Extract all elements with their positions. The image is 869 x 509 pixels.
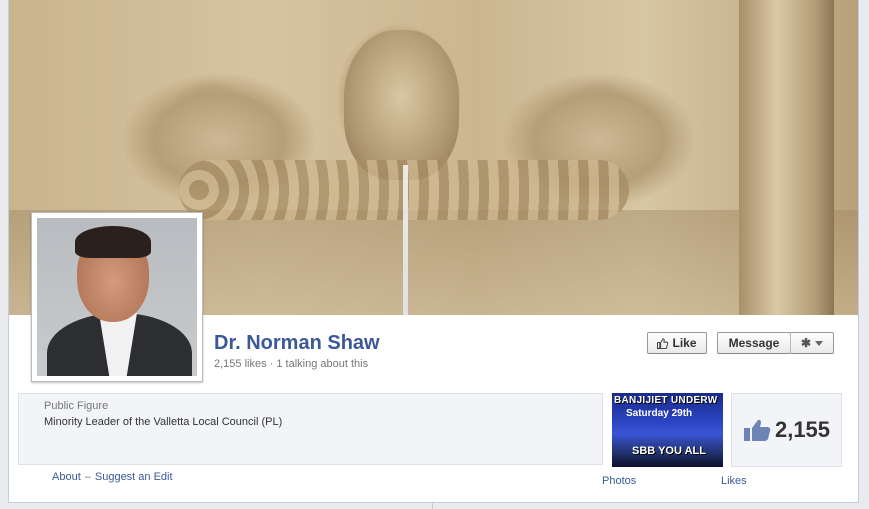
like-button-label: Like [672,336,697,350]
message-button[interactable]: Message [717,332,791,354]
page-stats: 2,155 likes · 1 talking about this [214,358,369,370]
likes-count: 2,155 [774,417,831,442]
chevron-down-icon [815,340,824,346]
about-link[interactable]: About [52,471,81,483]
suggest-edit-link[interactable]: Suggest an Edit [95,471,173,483]
likes-app-box[interactable]: 2,155 [731,393,842,467]
link-separator: – [84,471,91,483]
photos-thumbnail[interactable]: BANJIJIET UNDERW Saturday 29th SBB YOU A… [612,393,723,467]
fountain-mask [344,30,459,180]
thumbs-up-icon [743,419,771,441]
settings-dropdown-button[interactable]: ✱ [790,332,834,354]
photo-fine-print [618,421,723,439]
about-box: Public Figure Minority Leader of the Val… [18,393,603,465]
thumbs-up-icon [657,337,669,349]
page-description: Minority Leader of the Valletta Local Co… [44,416,283,428]
photos-link[interactable]: Photos [602,475,636,487]
gear-icon: ✱ [800,336,812,350]
about-links: About – Suggest an Edit [52,471,173,483]
likes-link[interactable]: Likes [721,475,747,487]
photo-text-line: Saturday 29th [626,408,693,419]
avatar [37,218,197,376]
profile-picture[interactable] [31,212,203,382]
page-category: Public Figure [44,400,109,412]
divider [432,503,433,509]
photo-text-line: BANJIJIET UNDERW [614,395,718,406]
like-button[interactable]: Like [647,332,707,354]
message-button-label: Message [728,336,780,350]
stone-column [739,0,834,315]
photo-text-line: SBB YOU ALL [632,445,706,457]
water-stream [403,165,408,315]
avatar-hair [75,226,151,258]
page-title[interactable]: Dr. Norman Shaw [214,332,380,355]
